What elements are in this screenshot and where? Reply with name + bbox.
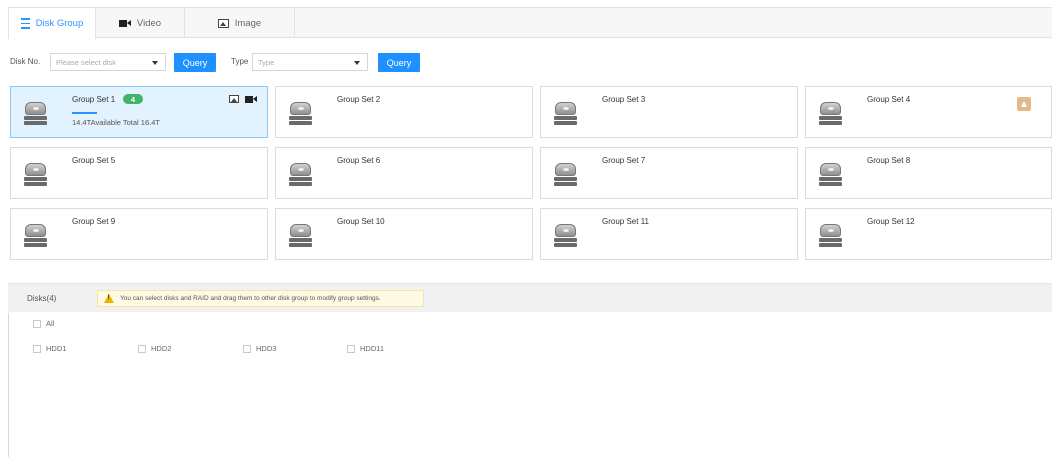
group-name: Group Set 4 — [867, 95, 911, 104]
group-card-11[interactable]: Group Set 11 — [540, 208, 798, 260]
group-card-5[interactable]: Group Set 5 — [10, 147, 268, 199]
group-name: Group Set 12 — [867, 217, 915, 226]
group-card-10[interactable]: Group Set 10 — [275, 208, 533, 260]
list-icon — [20, 17, 30, 30]
group-card-3[interactable]: Group Set 3 — [540, 86, 798, 138]
checkbox-all[interactable]: All — [33, 319, 54, 328]
group-card-8[interactable]: Group Set 8 — [805, 147, 1052, 199]
chevron-down-icon — [354, 61, 360, 65]
disk-label: HDD11 — [360, 344, 385, 353]
disk-icon — [289, 224, 313, 248]
disk-label: HDD2 — [151, 344, 172, 353]
tab-image-label: Image — [234, 17, 262, 29]
disk-icon — [819, 163, 843, 187]
tab-video-label: Video — [136, 17, 162, 29]
tip-text: You can select disks and RAID and drag t… — [120, 295, 381, 302]
group-card-7[interactable]: Group Set 7 — [540, 147, 798, 199]
disks-header: Disks(4) You can select disks and RAID a… — [8, 283, 1052, 312]
group-card-4[interactable]: Group Set 4 — [805, 86, 1052, 138]
tab-disk-group-label: Disk Group — [35, 18, 84, 29]
checkbox-all-label: All — [46, 319, 55, 328]
disk-no-label: Disk No. — [10, 57, 41, 66]
usage-bar — [72, 112, 97, 114]
warning-icon — [104, 294, 114, 303]
group-card-12[interactable]: Group Set 12 — [805, 208, 1052, 260]
type-label: Type — [231, 57, 249, 66]
chevron-down-icon — [152, 61, 158, 65]
divider — [8, 313, 9, 457]
capacity-text: 14.4TAvailable Total 16.4T — [72, 118, 160, 127]
checkbox[interactable] — [33, 319, 41, 328]
disk-icon — [289, 102, 313, 126]
type-select[interactable]: Type — [252, 53, 368, 71]
disk-icon — [554, 224, 578, 248]
disk-icon — [24, 102, 48, 126]
video-icon — [118, 19, 131, 27]
disk-count-badge: 4 — [123, 94, 143, 104]
checkbox[interactable] — [347, 344, 355, 353]
tip-banner: You can select disks and RAID and drag t… — [97, 290, 424, 307]
disk-icon — [554, 102, 578, 126]
checkbox-hdd1[interactable]: HDD1 — [33, 344, 66, 353]
group-card-2[interactable]: Group Set 2 — [275, 86, 533, 138]
disk-icon — [554, 163, 578, 187]
disk-icon — [819, 102, 843, 126]
disk-icon — [24, 163, 48, 187]
group-name: Group Set 11 — [602, 217, 649, 226]
disk-select-placeholder: Please select disk — [56, 57, 117, 67]
checkbox[interactable] — [138, 344, 146, 353]
disk-label: HDD3 — [256, 344, 277, 353]
group-name: Group Set 10 — [337, 217, 385, 226]
warning-icon[interactable] — [1017, 97, 1031, 111]
group-card-6[interactable]: Group Set 6 — [275, 147, 533, 199]
disk-select[interactable]: Please select disk — [50, 53, 166, 71]
group-name: Group Set 5 — [72, 156, 116, 165]
card-icons — [229, 95, 257, 103]
group-name: Group Set 3 — [602, 95, 646, 104]
query-button-type[interactable]: Query — [378, 53, 420, 72]
disks-count: Disks(4) — [27, 294, 57, 303]
checkbox-hdd3[interactable]: HDD3 — [243, 344, 276, 353]
disk-label: HDD1 — [46, 344, 67, 353]
checkbox[interactable] — [243, 344, 251, 353]
tab-disk-group[interactable]: Disk Group — [8, 8, 96, 39]
disk-icon — [819, 224, 843, 248]
type-select-placeholder: Type — [258, 57, 275, 67]
group-name: Group Set 8 — [867, 156, 911, 165]
group-name: Group Set 7 — [602, 156, 646, 165]
group-name: Group Set 6 — [337, 156, 381, 165]
video-icon — [245, 95, 257, 103]
tab-video[interactable]: Video — [96, 8, 185, 38]
group-name: Group Set 2 — [337, 95, 381, 104]
disk-icon — [289, 163, 313, 187]
disk-icon — [24, 224, 48, 248]
group-card-1[interactable]: Group Set 1 4 14.4TAvailable Total 16.4T — [10, 86, 268, 138]
group-card-9[interactable]: Group Set 9 — [10, 208, 268, 260]
image-icon — [217, 18, 229, 28]
checkbox-hdd2[interactable]: HDD2 — [138, 344, 171, 353]
tab-image[interactable]: Image — [185, 8, 295, 38]
checkbox[interactable] — [33, 344, 41, 353]
checkbox-hdd11[interactable]: HDD11 — [347, 344, 384, 353]
tab-bar: Disk Group Video Image — [8, 7, 1052, 39]
group-name: Group Set 1 — [72, 95, 116, 104]
image-icon — [229, 95, 239, 103]
query-button-disk[interactable]: Query — [174, 53, 216, 72]
group-name: Group Set 9 — [72, 217, 116, 226]
